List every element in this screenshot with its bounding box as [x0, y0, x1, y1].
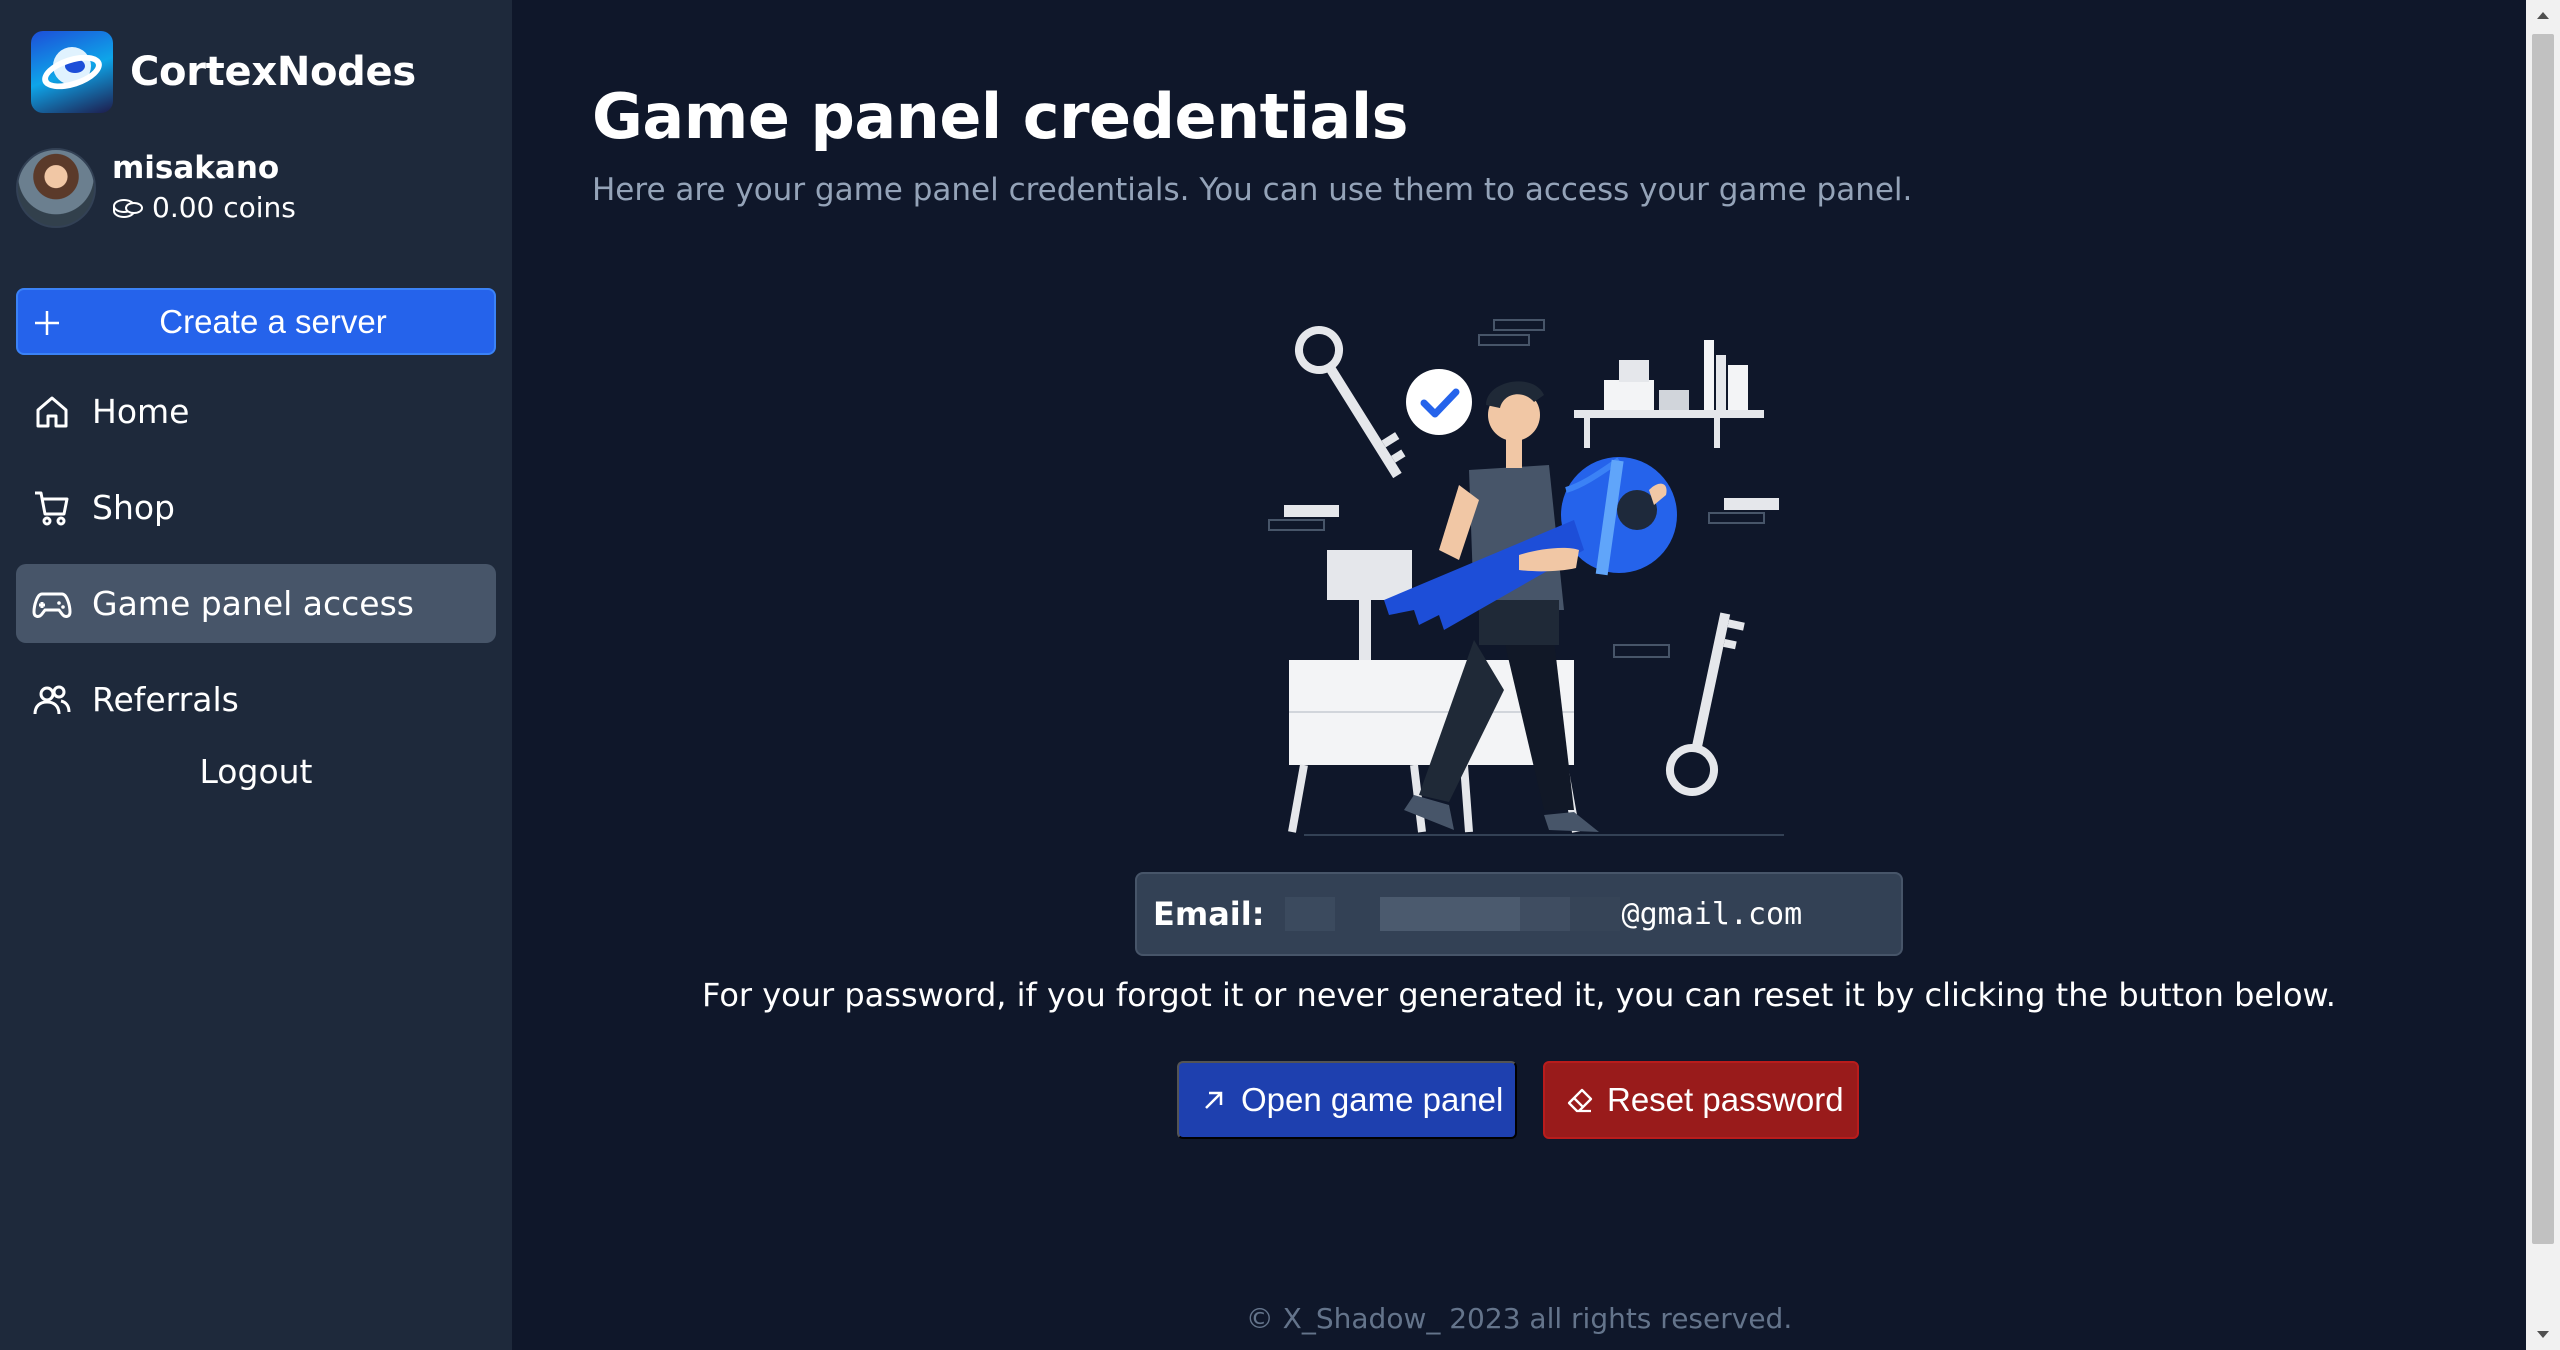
logout-link[interactable]: Logout — [16, 752, 496, 791]
sidebar-item-home[interactable]: Home — [16, 372, 496, 451]
open-game-panel-label: Open game panel — [1241, 1081, 1504, 1118]
coin-balance: 0.00 coins — [112, 188, 296, 228]
open-game-panel-button[interactable]: Open game panel — [1177, 1061, 1517, 1139]
users-icon — [33, 685, 71, 714]
sidebar-item-label: Game panel access — [92, 584, 414, 623]
scroll-down-icon[interactable] — [2526, 1320, 2560, 1350]
main-content: Game panel credentials Here are your gam… — [512, 0, 2526, 1350]
email-field[interactable]: Email: @gmail.com — [1135, 872, 1903, 956]
create-server-button[interactable]: Create a server — [16, 288, 496, 355]
sidebar-item-label: Referrals — [92, 680, 239, 719]
reset-password-label: Reset password — [1607, 1081, 1844, 1118]
sidebar-item-shop[interactable]: Shop — [16, 468, 496, 547]
eraser-icon — [1567, 1088, 1593, 1113]
username: misakano — [112, 150, 280, 186]
plus-icon — [35, 311, 59, 335]
sidebar-item-label: Shop — [92, 488, 175, 527]
scrollbar-thumb[interactable] — [2532, 34, 2554, 1244]
password-info-text: For your password, if you forgot it or n… — [702, 976, 2336, 1014]
scrollbar[interactable] — [2526, 0, 2560, 1350]
home-icon — [36, 396, 68, 427]
sidebar-item-game-panel-access[interactable]: Game panel access — [16, 564, 496, 643]
sidebar: CortexNodes misakano 0.00 coins Create a… — [0, 0, 512, 1350]
gamepad-icon — [32, 592, 72, 618]
sidebar-item-label: Home — [92, 392, 190, 431]
avatar — [16, 148, 96, 228]
email-domain: @gmail.com — [1621, 896, 1803, 932]
cart-icon — [35, 491, 69, 525]
create-server-label: Create a server — [159, 302, 387, 340]
coin-balance-text: 0.00 coins — [152, 191, 296, 224]
page-subtitle: Here are your game panel credentials. Yo… — [592, 172, 1913, 208]
brand-name: CortexNodes — [130, 49, 416, 95]
key-icon — [1295, 326, 1406, 479]
sidebar-item-referrals[interactable]: Referrals — [16, 660, 496, 739]
coins-icon — [113, 199, 143, 219]
key-icon — [1666, 612, 1745, 796]
redacted-block — [1284, 897, 1620, 931]
arrow-up-right-icon — [1205, 1091, 1223, 1109]
keys-illustration — [1268, 319, 1784, 836]
email-label: Email: — [1153, 895, 1265, 933]
email-value: @gmail.com — [1284, 896, 1803, 932]
page-title: Game panel credentials — [592, 80, 1409, 153]
brand[interactable]: CortexNodes — [31, 31, 416, 113]
reset-password-button[interactable]: Reset password — [1543, 1061, 1859, 1139]
user-profile: misakano 0.00 coins — [16, 148, 296, 228]
scroll-up-icon[interactable] — [2526, 0, 2560, 30]
brand-logo — [31, 31, 113, 113]
footer-copyright: © X_Shadow_ 2023 all rights reserved. — [1245, 1302, 1793, 1335]
